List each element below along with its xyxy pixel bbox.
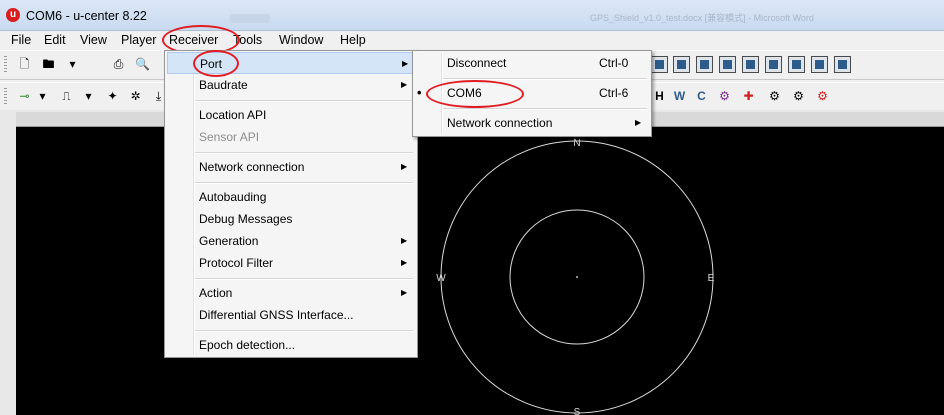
menu-item-label: Sensor API xyxy=(199,130,260,144)
menu-item-label: Baudrate xyxy=(199,78,248,92)
submenu-arrow-icon: ▶ xyxy=(401,80,408,89)
menu-file[interactable]: File xyxy=(11,33,31,47)
menu-help[interactable]: Help xyxy=(340,33,366,47)
menu-item-label: Network connection xyxy=(447,116,553,130)
sky-view-plot: N S E W xyxy=(436,138,715,415)
menu-window[interactable]: Window xyxy=(279,33,323,47)
receiver-item-baudrate[interactable]: Baudrate ▶ xyxy=(167,74,415,96)
magic-wand-icon[interactable]: ✦ xyxy=(104,88,121,105)
view-icon-9[interactable] xyxy=(834,56,851,73)
config-icon-1[interactable]: ⚙ xyxy=(716,88,733,105)
h-icon[interactable]: H xyxy=(652,88,667,105)
menu-view[interactable]: View xyxy=(80,33,107,47)
menu-item-label: Debug Messages xyxy=(199,212,293,226)
bug-icon[interactable]: ✲ xyxy=(127,88,144,105)
view-icon-1[interactable] xyxy=(651,56,668,73)
north-label: N xyxy=(573,138,580,149)
u-center-app-icon[interactable]: u xyxy=(6,8,20,22)
menu-item-label: Autobauding xyxy=(199,190,267,204)
submenu-arrow-icon: ▶ xyxy=(401,162,408,171)
receiver-item-differential-gnss[interactable]: Differential GNSS Interface... xyxy=(167,304,415,326)
window-title: COM6 - u-center 8.22 xyxy=(26,9,147,23)
menu-item-shortcut: Ctrl-0 xyxy=(599,56,629,70)
view-icon-5[interactable] xyxy=(742,56,759,73)
west-label: W xyxy=(436,273,446,284)
submenu-arrow-icon: ▶ xyxy=(402,59,409,68)
menu-separator xyxy=(195,100,413,102)
toolbar-grip[interactable] xyxy=(4,88,7,106)
menu-separator xyxy=(443,108,647,110)
com6-highlight-circle xyxy=(426,80,524,108)
submenu-arrow-icon: ▶ xyxy=(401,236,408,245)
print-icon[interactable]: ⎙ xyxy=(110,56,127,73)
menu-item-label: Differential GNSS Interface... xyxy=(199,308,354,322)
submenu-arrow-icon: ▶ xyxy=(635,118,642,127)
menu-item-label: Action xyxy=(199,286,233,300)
view-icon-3[interactable] xyxy=(696,56,713,73)
menu-item-label: Network connection xyxy=(199,160,305,174)
menu-item-label: Epoch detection... xyxy=(199,338,296,352)
menu-item-label: Location API xyxy=(199,108,267,122)
gear-star-icon[interactable]: ⚙ xyxy=(790,88,807,105)
w-icon[interactable]: W xyxy=(672,88,687,105)
zenith-dot xyxy=(576,276,578,278)
receiver-item-debug-messages[interactable]: Debug Messages xyxy=(167,208,415,230)
view-icon-2[interactable] xyxy=(673,56,690,73)
view-icon-4[interactable] xyxy=(719,56,736,73)
south-label: S xyxy=(574,407,581,415)
receiver-item-protocol-filter[interactable]: Protocol Filter ▶ xyxy=(167,252,415,274)
signal-dropdown-icon[interactable]: ▾ xyxy=(80,88,97,105)
receiver-item-sensor-api[interactable]: Sensor API xyxy=(167,126,415,148)
menu-separator xyxy=(195,152,413,154)
port-item-disconnect[interactable]: Disconnect Ctrl-0 xyxy=(415,52,649,74)
connect-dropdown-icon[interactable]: ▾ xyxy=(34,88,51,105)
menu-item-label: Generation xyxy=(199,234,259,248)
receiver-item-network-connection[interactable]: Network connection ▶ xyxy=(167,156,415,178)
gear-red-icon[interactable]: ⚙ xyxy=(814,88,831,105)
menu-separator xyxy=(195,182,413,184)
menu-separator xyxy=(195,330,413,332)
config-icon-2[interactable]: ✚ xyxy=(740,88,757,105)
signal-icon[interactable]: ⎍ xyxy=(58,88,75,105)
receiver-item-location-api[interactable]: Location API xyxy=(167,104,415,126)
submenu-arrow-icon: ▶ xyxy=(401,258,408,267)
open-folder-icon[interactable]: 🖿 xyxy=(40,56,57,73)
toolbar-grip[interactable] xyxy=(4,56,7,74)
connect-icon[interactable]: ⊸ xyxy=(16,88,33,105)
title-bar: u COM6 - u-center 8.22 GPS_Shield_v1.0_t… xyxy=(0,0,944,31)
view-icon-6[interactable] xyxy=(765,56,782,73)
submenu-arrow-icon: ▶ xyxy=(401,288,408,297)
receiver-item-epoch-detection[interactable]: Epoch detection... xyxy=(167,334,415,356)
receiver-item-generation[interactable]: Generation ▶ xyxy=(167,230,415,252)
c-icon[interactable]: C xyxy=(694,88,709,105)
view-icon-8[interactable] xyxy=(811,56,828,73)
menu-edit[interactable]: Edit xyxy=(44,33,66,47)
menu-item-label: Disconnect xyxy=(447,56,507,70)
receiver-menu: Port ▶ Baudrate ▶ Location API Sensor AP… xyxy=(164,50,418,358)
menu-player[interactable]: Player xyxy=(121,33,156,47)
menu-bar: File Edit View Player Receiver Tools Win… xyxy=(0,31,944,50)
east-label: E xyxy=(708,273,715,284)
receiver-item-autobauding[interactable]: Autobauding xyxy=(167,186,415,208)
blurred-title-area xyxy=(230,14,270,23)
menu-item-label: Protocol Filter xyxy=(199,256,274,270)
background-window-title: GPS_Shield_v1.0_test.docx [兼容模式] - Micro… xyxy=(590,13,814,23)
gear-icon[interactable]: ⚙ xyxy=(766,88,783,105)
menu-item-shortcut: Ctrl-6 xyxy=(599,86,629,100)
new-file-icon[interactable]: 🗋 xyxy=(16,56,33,73)
open-dropdown-icon[interactable]: ▾ xyxy=(64,56,81,73)
port-item-network-connection[interactable]: Network connection ▶ xyxy=(415,112,649,134)
print-preview-icon[interactable]: 🔍 xyxy=(134,56,151,73)
selected-bullet-icon: • xyxy=(417,85,422,100)
port-highlight-circle xyxy=(193,50,239,77)
view-icon-7[interactable] xyxy=(788,56,805,73)
menu-separator xyxy=(195,278,413,280)
receiver-item-action[interactable]: Action ▶ xyxy=(167,282,415,304)
